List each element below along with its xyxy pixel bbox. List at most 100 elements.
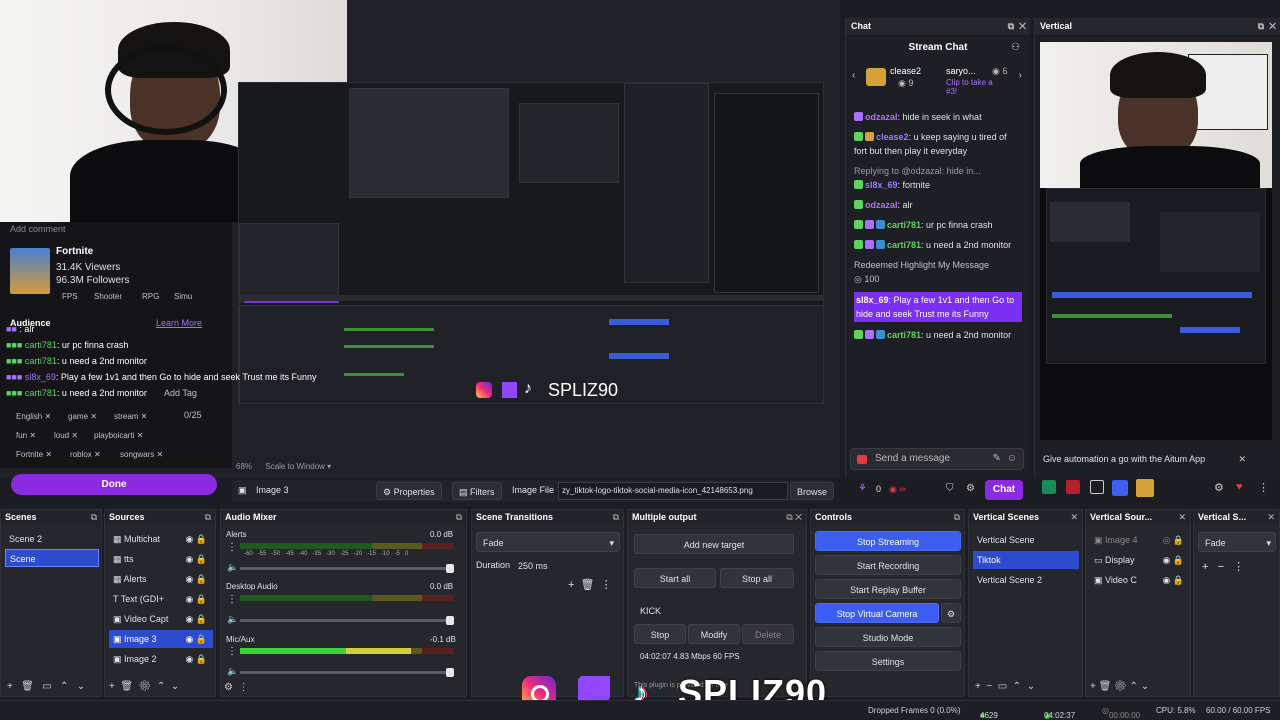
tag-chip[interactable]: Fortnite ✕ <box>16 450 52 459</box>
users-icon[interactable]: ⚇ <box>1011 42 1020 53</box>
transition-select[interactable]: Fade ▾ <box>476 532 620 552</box>
browse-button[interactable]: Browse <box>790 482 835 500</box>
studio-mode-button[interactable]: Studio Mode <box>815 627 961 647</box>
vertical-preview[interactable] <box>1040 42 1272 440</box>
stop-streaming-button[interactable]: Stop Streaming <box>815 531 961 551</box>
vertical-transition-select[interactable]: Fade ▾ <box>1198 532 1276 552</box>
shield-icon[interactable]: ⛉ <box>946 483 954 494</box>
source-item[interactable]: ▣ Image 3 ◉ 🔒 <box>109 630 213 648</box>
chat-message: odzazal: alr <box>854 198 1022 212</box>
volume-slider[interactable] <box>240 616 454 625</box>
vertical-scenes-toolbar[interactable]: + − ▭ ⌃ ⌄ <box>975 681 1035 692</box>
gear-icon[interactable]: ⚙ <box>966 483 975 494</box>
source-item[interactable]: ▣ Image 2 ◉ 🔒 <box>109 650 213 668</box>
channel-points-icon[interactable]: ◉ ∞ <box>889 484 906 495</box>
dock-controls[interactable]: ⧉ ✕ <box>1008 21 1026 32</box>
target-stop-button[interactable]: Stop <box>634 624 686 644</box>
magic-icon[interactable]: ✎ <box>993 453 1001 464</box>
heart-icon[interactable]: ♥ <box>1236 481 1243 493</box>
record-status-icon[interactable] <box>1066 480 1080 494</box>
vertical-sources-toolbar[interactable]: + 🗑 ⚙ ⌃ ⌄ <box>1090 681 1149 692</box>
speaker-icon[interactable]: 🔈 <box>227 562 238 573</box>
volume-slider[interactable] <box>240 564 454 573</box>
learn-more-link[interactable]: Learn More <box>156 318 202 328</box>
dock-float-icon[interactable]: ⧉ <box>456 512 462 523</box>
target-modify-button[interactable]: Modify <box>688 624 740 644</box>
vertical-source-item[interactable]: ▣ Video C ◉ 🔒 <box>1090 571 1188 589</box>
dock-float-icon[interactable]: ⧉ <box>91 512 97 523</box>
start-all-button[interactable]: Start all <box>634 568 716 588</box>
more-icon[interactable]: ⋮ <box>227 594 237 605</box>
tag-chip[interactable]: stream ✕ <box>114 412 147 421</box>
speaker-icon[interactable]: 🔈 <box>227 614 238 625</box>
tag-chip[interactable]: songwars ✕ <box>120 450 163 459</box>
scene-item[interactable]: Scene <box>5 549 99 567</box>
more-icon[interactable]: ⋮ <box>1258 481 1269 494</box>
sources-toolbar[interactable]: + 🗑 ⚙ ⌃ ⌄ <box>109 681 179 692</box>
vertical-scene-item[interactable]: Vertical Scene <box>973 531 1079 549</box>
vertical-transition-toolbar[interactable]: + − ⋮ <box>1202 560 1244 573</box>
virtual-cam-icon[interactable] <box>1112 480 1128 496</box>
dock-close-icon[interactable]: ✕ <box>1267 512 1275 523</box>
twitch-overlay: Add comment Fortnite 31.4K Viewers 96.3M… <box>0 222 317 468</box>
more-icon[interactable]: ⋮ <box>227 646 237 657</box>
dock-controls[interactable]: ⧉ ✕ <box>1258 21 1276 32</box>
source-item[interactable]: ▣ Video Capt ◉ 🔒 <box>109 610 213 628</box>
chat-input[interactable]: Send a message ✎ ☺ <box>850 448 1024 470</box>
viewer-count: 31.4K Viewers <box>56 262 121 273</box>
vertical-scene-item[interactable]: Tiktok <box>973 551 1079 569</box>
vertical-scene-item[interactable]: Vertical Scene 2 <box>973 571 1079 589</box>
properties-button[interactable]: ⚙ Properties <box>376 482 442 500</box>
duration-field[interactable]: 250 ms <box>514 556 618 576</box>
scene-item[interactable]: Scene 2 <box>5 530 99 548</box>
vertical-settings-icon[interactable]: ⚙ <box>1214 481 1224 494</box>
chevron-left-icon[interactable]: ‹ <box>852 70 855 81</box>
tag-chip[interactable]: English ✕ <box>16 412 51 421</box>
tag-chip[interactable]: fun ✕ <box>16 431 36 440</box>
source-item[interactable]: ▦ tts ◉ 🔒 <box>109 550 213 568</box>
close-icon[interactable]: ✕ <box>1238 449 1246 469</box>
start-recording-button[interactable]: Start Recording <box>815 555 961 575</box>
add-comment-placeholder[interactable]: Add comment <box>10 224 66 234</box>
dock-close-icon[interactable]: ✕ <box>1178 512 1186 523</box>
done-button[interactable]: Done <box>11 474 217 495</box>
settings-button[interactable]: Settings <box>815 651 961 671</box>
genre-rpg: RPG <box>142 292 160 301</box>
bits-icon[interactable]: ⚘ <box>858 483 867 494</box>
tag-chip[interactable]: game ✕ <box>68 412 97 421</box>
more-icon[interactable]: ⋮ <box>227 542 237 553</box>
filters-button[interactable]: ▤ Filters <box>452 482 502 500</box>
target-delete-button[interactable]: Delete <box>742 624 794 644</box>
mixer-toolbar[interactable]: ⚙ ⋮ <box>224 682 249 693</box>
chevron-right-icon[interactable]: › <box>1019 70 1022 81</box>
stop-virtual-camera-button[interactable]: Stop Virtual Camera <box>815 603 939 623</box>
stop-all-button[interactable]: Stop all <box>720 568 794 588</box>
tag-chip[interactable]: playboicarti ✕ <box>94 431 143 440</box>
dock-float-icon[interactable]: ⧉ <box>954 512 960 523</box>
tag-chip[interactable]: roblox ✕ <box>70 450 101 459</box>
dock-float-icon[interactable]: ⧉ <box>205 512 211 523</box>
start-replay-button[interactable]: Start Replay Buffer <box>815 579 961 599</box>
vertical-source-item[interactable]: ▭ Display ◉ 🔒 <box>1090 551 1188 569</box>
emote-icon[interactable]: ☺ <box>1007 453 1017 464</box>
transition-toolbar[interactable]: + 🗑 ⋮ <box>568 578 612 591</box>
add-tag-button[interactable]: Add Tag <box>164 388 197 398</box>
volume-slider[interactable] <box>240 668 454 677</box>
source-item[interactable]: T Text (GDI+ ◉ 🔒 <box>109 590 213 608</box>
dock-close-icon[interactable]: ⧉ ✕ <box>786 512 802 523</box>
backtrack-icon[interactable] <box>1136 479 1154 497</box>
chat-send-button[interactable]: Chat <box>985 480 1023 500</box>
dock-close-icon[interactable]: ✕ <box>1070 512 1078 523</box>
replay-icon[interactable] <box>1090 480 1104 494</box>
stream-status-icon[interactable] <box>1042 480 1056 494</box>
virtual-cam-settings-icon[interactable]: ⚙ <box>941 603 961 623</box>
source-item[interactable]: ▦ Multichat ◉ 🔒 <box>109 530 213 548</box>
scenes-toolbar[interactable]: + 🗑 ▭ ⌃ ⌄ <box>7 681 85 692</box>
dock-float-icon[interactable]: ⧉ <box>613 512 619 523</box>
speaker-icon[interactable]: 🔈 <box>227 666 238 677</box>
add-target-button[interactable]: Add new target <box>634 534 794 554</box>
tag-chip[interactable]: loud ✕ <box>54 431 78 440</box>
vertical-source-item[interactable]: ▣ Image 4 ◎ 🔒 <box>1090 531 1188 549</box>
source-item[interactable]: ▦ Alerts ◉ 🔒 <box>109 570 213 588</box>
image-path-field[interactable]: zy_tiktok-logo-tiktok-social-media-icon_… <box>558 482 788 500</box>
